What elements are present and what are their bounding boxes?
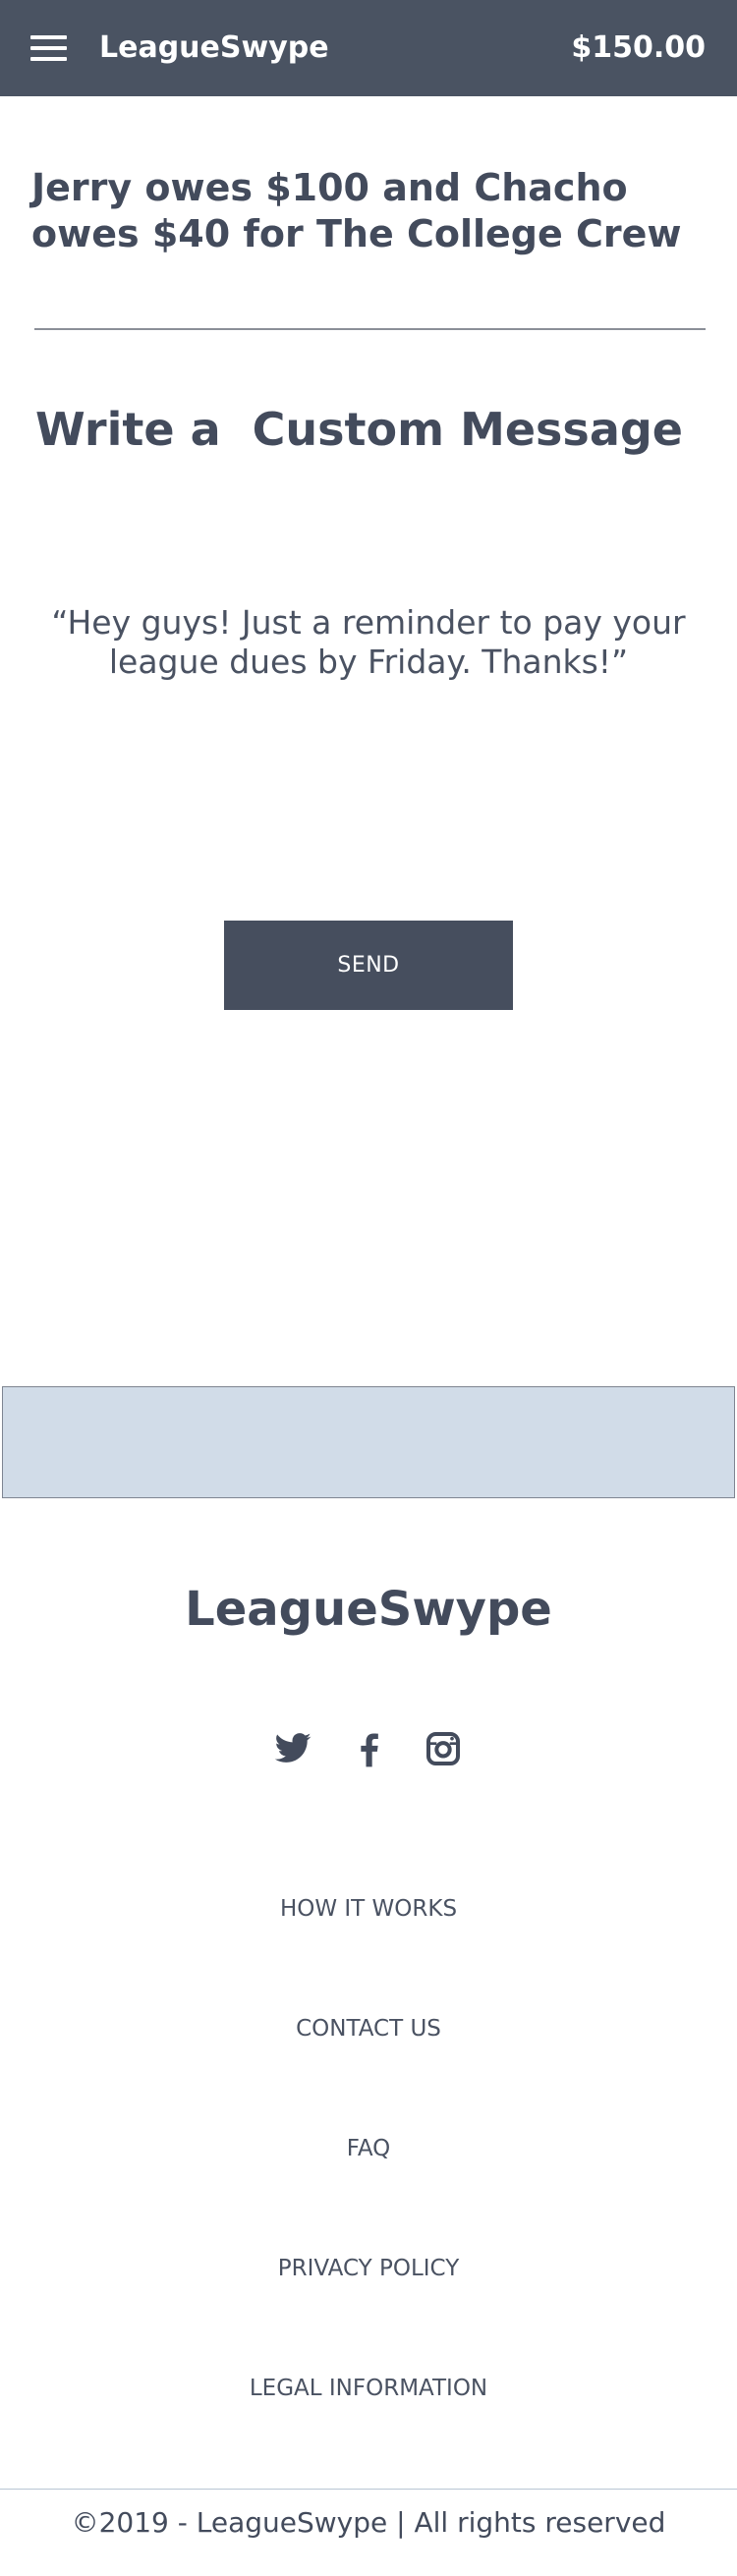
account-balance: $150.00 xyxy=(571,30,706,65)
facebook-icon[interactable] xyxy=(350,1729,389,1768)
custom-message-heading: Write a Custom Message xyxy=(35,403,683,456)
copyright-divider xyxy=(0,2489,737,2490)
footer-link-faq[interactable]: FAQ xyxy=(0,2134,737,2163)
send-button[interactable]: SEND xyxy=(224,921,513,1010)
footer-banner xyxy=(2,1386,735,1498)
footer-link-how-it-works[interactable]: HOW IT WORKS xyxy=(0,1894,737,1924)
owes-summary-title: Jerry owes $100 and Chacho owes $40 for … xyxy=(31,166,682,255)
footer-link-privacy-policy[interactable]: PRIVACY POLICY xyxy=(0,2254,737,2283)
hamburger-menu-icon[interactable] xyxy=(30,35,67,61)
footer-brand: LeagueSwype xyxy=(185,1582,552,1637)
footer-link-contact-us[interactable]: CONTACT US xyxy=(0,2014,737,2044)
copyright-text: ©2019 - LeagueSwype | All rights reserve… xyxy=(71,2506,666,2539)
app-brand[interactable]: LeagueSwype xyxy=(99,29,329,67)
custom-message-text[interactable]: “Hey guys! Just a reminder to pay your l… xyxy=(39,603,698,682)
twitter-icon[interactable] xyxy=(273,1729,312,1768)
top-nav-bar: LeagueSwype $150.00 xyxy=(0,0,737,96)
footer-link-legal-information[interactable]: LEGAL INFORMATION xyxy=(0,2374,737,2403)
instagram-icon[interactable] xyxy=(424,1729,463,1768)
section-divider xyxy=(34,328,706,330)
